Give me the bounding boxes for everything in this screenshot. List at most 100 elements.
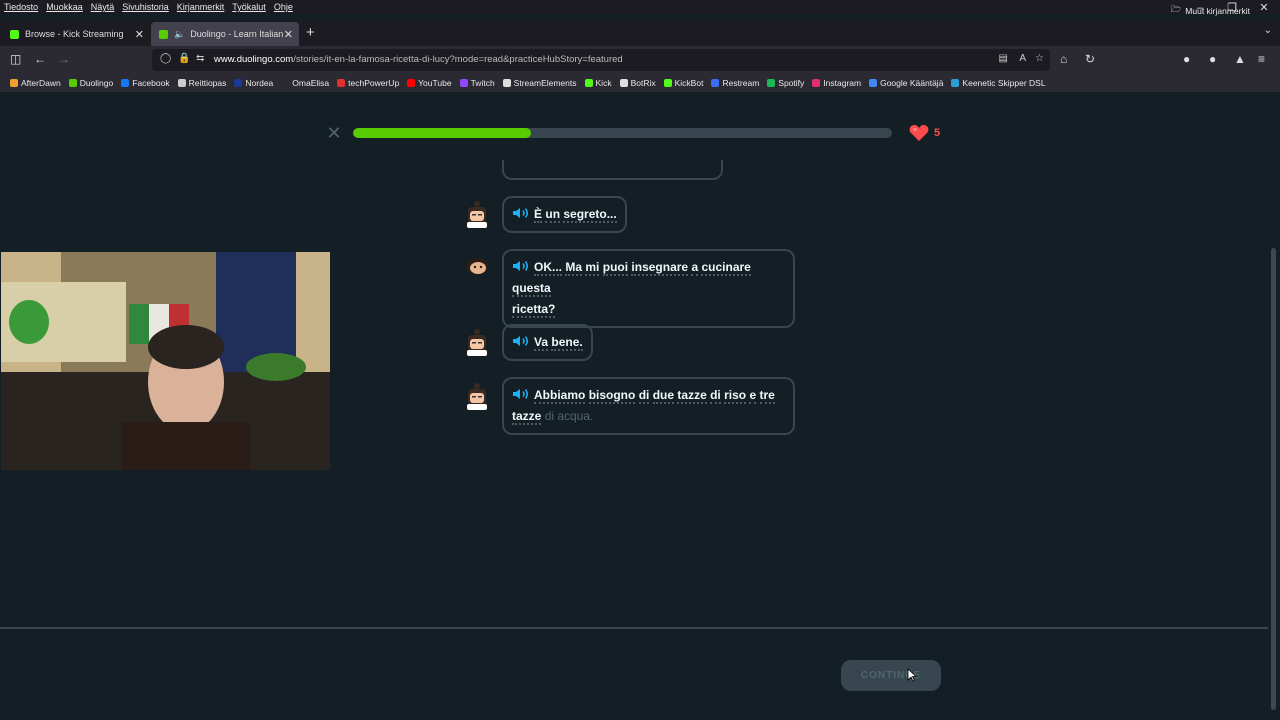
other-bookmarks[interactable]: 🗁 Muut kirjanmerkit — [1171, 4, 1250, 18]
bookmark-item[interactable]: OmaElisa — [281, 78, 329, 88]
address-bar[interactable]: ◯ 🔒 ⇆ www.duolingo.com/stories/it-en-la-… — [152, 49, 1050, 71]
bookmark-item[interactable]: Spotify — [767, 78, 804, 88]
lock-icon[interactable]: 🔒 — [178, 53, 190, 64]
bookmark-item[interactable]: Twitch — [459, 78, 495, 88]
bookmark-label: OmaElisa — [292, 78, 330, 88]
word[interactable]: a — [691, 260, 699, 276]
permissions-icon[interactable]: ⇆ — [196, 53, 204, 64]
translate-icon[interactable]: A — [1019, 53, 1026, 64]
speaker-icon[interactable] — [512, 388, 530, 400]
dialogue-bubble: È un segreto... — [502, 196, 627, 233]
word[interactable]: insegnare — [631, 260, 689, 276]
heart-icon — [909, 125, 929, 141]
word[interactable]: È — [534, 207, 543, 223]
menu-view[interactable]: Näytä — [91, 2, 115, 12]
bookmark-item[interactable]: Reittiopas — [177, 78, 226, 88]
mouse-cursor-icon — [907, 668, 917, 682]
continue-button[interactable]: CONTINUE — [841, 660, 941, 691]
extension-icon[interactable]: ● — [1183, 52, 1190, 66]
bookmark-label: techPowerUp — [348, 78, 400, 88]
bookmark-item[interactable]: Google Kääntäjä — [869, 78, 943, 88]
chevron-down-icon[interactable]: ⌄ — [1264, 25, 1272, 36]
word[interactable]: e — [749, 388, 757, 404]
bookmark-item[interactable]: StreamElements — [502, 78, 577, 88]
word[interactable]: mi — [585, 260, 600, 276]
word[interactable]: riso — [724, 388, 747, 404]
bookmark-favicon-icon — [711, 79, 720, 87]
account-icon[interactable]: ● — [1209, 52, 1216, 66]
shield-icon[interactable]: ◯ — [160, 53, 171, 64]
menu-bar: Tiedosto Muokkaa Näytä Sivuhistoria Kirj… — [0, 0, 1280, 14]
menu-help[interactable]: Ohje — [274, 2, 293, 12]
bookmark-favicon-icon — [177, 79, 186, 87]
forward-icon[interactable]: → — [58, 52, 70, 66]
bookmark-favicon-icon — [10, 79, 18, 87]
word[interactable]: tazze — [512, 409, 542, 425]
bookmark-item[interactable]: AfterDawn — [10, 78, 61, 88]
bookmark-favicon-icon — [951, 79, 960, 87]
bookmark-item[interactable]: KickBot — [663, 78, 704, 88]
bookmark-item[interactable]: Restream — [711, 78, 759, 88]
word[interactable]: tre — [759, 388, 775, 404]
word[interactable]: questa — [512, 281, 551, 297]
word[interactable]: puoi — [602, 260, 629, 276]
extensions-icon[interactable]: ▲ — [1234, 52, 1246, 66]
menu-edit[interactable]: Muokkaa — [46, 2, 83, 12]
word[interactable]: due — [652, 388, 675, 404]
word[interactable]: bene. — [551, 335, 583, 351]
speaker-icon[interactable] — [512, 260, 530, 272]
bookmark-item[interactable]: Instagram — [812, 78, 861, 88]
back-icon[interactable]: ← — [34, 52, 46, 66]
new-tab-icon[interactable]: + — [306, 24, 315, 41]
word[interactable]: OK... — [534, 260, 563, 276]
bookmark-label: KickBot — [674, 78, 704, 88]
webcam-overlay — [1, 252, 330, 470]
zari-avatar — [466, 258, 488, 274]
menu-file[interactable]: Tiedosto — [4, 2, 38, 12]
word[interactable]: segreto... — [563, 207, 617, 223]
bookmark-item[interactable]: Duolingo — [68, 78, 114, 88]
menu-tools[interactable]: Työkalut — [232, 2, 266, 12]
close-tab-icon[interactable]: ✕ — [284, 28, 293, 41]
word[interactable]: di — [638, 388, 650, 404]
lucy-avatar — [467, 329, 487, 356]
bookmark-favicon-icon — [337, 79, 346, 87]
word[interactable]: cucinare — [701, 260, 751, 276]
word[interactable]: Ma — [565, 260, 583, 276]
close-lesson-icon[interactable]: ✕ — [326, 124, 342, 142]
bookmark-star-icon[interactable]: ☆ — [1035, 53, 1044, 64]
bookmark-item[interactable]: Keenetic Skipper DSL — [951, 78, 1046, 88]
word[interactable]: un — [545, 207, 561, 223]
bookmark-item[interactable]: techPowerUp — [337, 78, 399, 88]
menu-bookmarks[interactable]: Kirjanmerkit — [177, 2, 225, 12]
dialogue-bubble: Abbiamo bisogno di due tazze di riso e t… — [502, 377, 795, 435]
bookmark-label: BotRix — [630, 78, 656, 88]
bookmark-item[interactable]: YouTube — [407, 78, 452, 88]
word[interactable]: bisogno — [588, 388, 636, 404]
bookmark-label: Duolingo — [79, 78, 114, 88]
speaker-icon[interactable] — [512, 207, 530, 219]
bookmark-item[interactable]: BotRix — [619, 78, 656, 88]
tab-duolingo[interactable]: 🔈 Duolingo - Learn Italian wit ✕ — [151, 22, 299, 46]
speaker-playing-icon[interactable]: 🔈 — [174, 29, 185, 40]
close-tab-icon[interactable]: ✕ — [135, 28, 144, 41]
bookmark-favicon-icon — [619, 79, 628, 87]
word[interactable]: di — [710, 388, 721, 404]
word[interactable]: Abbiamo — [534, 388, 586, 404]
menu-hamburger-icon[interactable]: ≡ — [1258, 52, 1265, 66]
bookmark-item[interactable]: Nordea — [234, 78, 273, 88]
speaker-icon[interactable] — [512, 335, 530, 347]
home-icon[interactable]: ⌂ — [1060, 52, 1067, 66]
close-window-icon[interactable]: ✕ — [1248, 0, 1280, 16]
word[interactable]: ricetta? — [512, 302, 556, 318]
bookmark-item[interactable]: Kick — [584, 78, 612, 88]
reload-icon[interactable]: ↻ — [1085, 52, 1095, 66]
word[interactable]: tazze — [677, 388, 707, 404]
menu-history[interactable]: Sivuhistoria — [122, 2, 169, 12]
sidebar-icon[interactable]: ◫ — [10, 52, 21, 66]
reader-view-icon[interactable]: ▤ — [999, 53, 1008, 64]
tab-kick[interactable]: Browse - Kick Streaming ✕ — [2, 22, 150, 46]
bookmark-item[interactable]: Facebook — [121, 78, 170, 88]
scrollbar[interactable] — [1271, 248, 1276, 710]
word[interactable]: Va — [534, 335, 549, 351]
